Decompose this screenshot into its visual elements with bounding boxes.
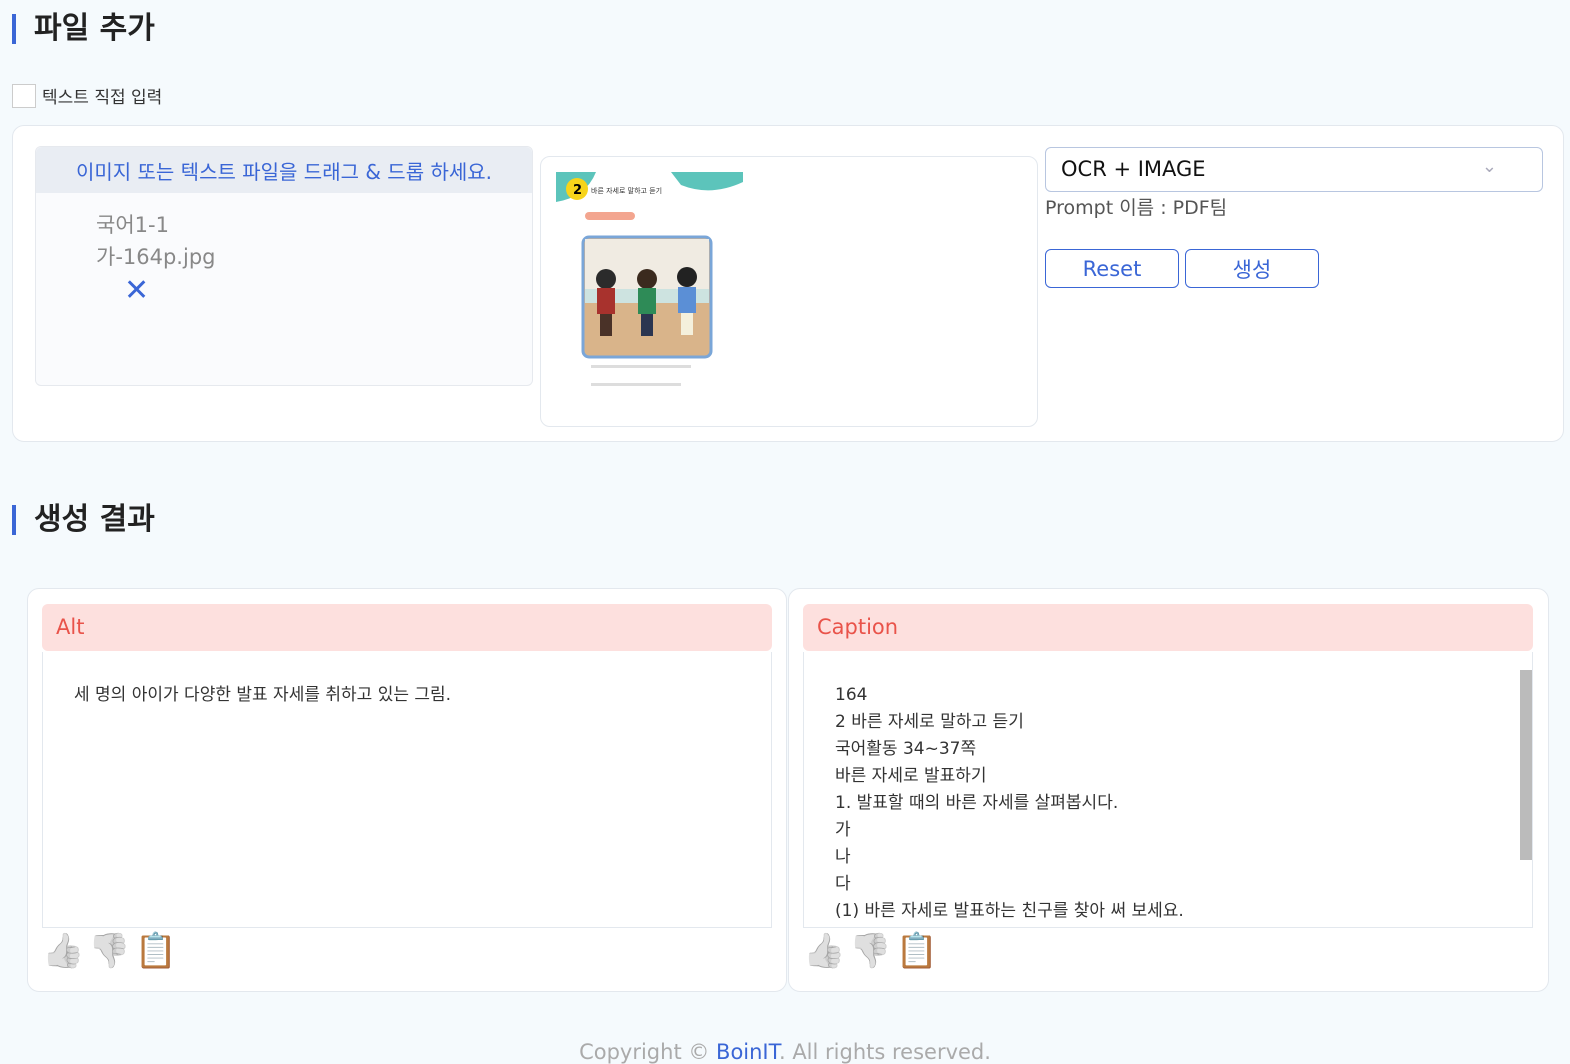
scrollbar-thumb[interactable] (1520, 670, 1532, 860)
image-preview: 2 바른 자세로 말하고 듣기 (540, 156, 1038, 427)
alt-card: Alt 세 명의 아이가 다양한 발표 자세를 취하고 있는 그림. 👍 👎 📋 (27, 588, 787, 992)
clipboard-icon[interactable]: 📋 (896, 931, 938, 971)
brand-link[interactable]: BoinIT (716, 1040, 779, 1064)
clipboard-icon[interactable]: 📋 (135, 931, 177, 971)
chevron-down-icon: ⌄ (1481, 156, 1497, 177)
alt-textarea[interactable]: 세 명의 아이가 다양한 발표 자세를 취하고 있는 그림. (42, 652, 772, 928)
generate-button[interactable]: 생성 (1185, 249, 1319, 288)
checkbox-box[interactable] (12, 83, 36, 108)
drop-zone[interactable]: 이미지 또는 텍스트 파일을 드래그 & 드롭 하세요. 국어1-1 가-164p… (35, 146, 533, 386)
prompt-name: Prompt 이름 : PDF팀 (1045, 197, 1228, 219)
thumbs-up-icon[interactable]: 👍 (42, 931, 84, 971)
section-title-results: 생성 결과 (12, 505, 155, 535)
caption-textarea[interactable]: 164 2 바른 자세로 말하고 듣기 국어활동 34~37쪽 바른 자세로 발표하기… (803, 652, 1533, 928)
caption-label: Caption (803, 604, 1533, 651)
file-name: 국어1-1 가-164p.jpg (96, 213, 216, 269)
mode-select[interactable]: OCR + IMAGE ⌄ (1045, 147, 1543, 192)
svg-text:2: 2 (573, 183, 582, 198)
section-title-upload: 파일 추가 (12, 14, 155, 44)
thumbs-down-icon[interactable]: 👎 (849, 931, 891, 971)
drop-hint: 이미지 또는 텍스트 파일을 드래그 & 드롭 하세요. (36, 147, 532, 193)
thumbs-up-icon[interactable]: 👍 (803, 931, 845, 971)
reset-button[interactable]: Reset (1045, 249, 1179, 288)
scrollbar[interactable] (1518, 656, 1532, 918)
direct-input-checkbox[interactable]: 텍스트 직접 입력 (12, 83, 162, 108)
remove-file-close-icon[interactable]: ✕ (124, 273, 149, 308)
upload-panel: 이미지 또는 텍스트 파일을 드래그 & 드롭 하세요. 국어1-1 가-164p… (12, 125, 1564, 442)
footer: Copyright © BoinIT. All rights reserved. (579, 1040, 991, 1064)
caption-card: Caption 164 2 바른 자세로 말하고 듣기 국어활동 34~37쪽 바른 … (788, 588, 1549, 992)
alt-label: Alt (42, 604, 772, 651)
checkbox-label: 텍스트 직접 입력 (42, 88, 163, 108)
svg-text:바른 자세로 말하고 듣기: 바른 자세로 말하고 듣기 (591, 186, 662, 195)
thumbs-down-icon[interactable]: 👎 (88, 931, 130, 971)
